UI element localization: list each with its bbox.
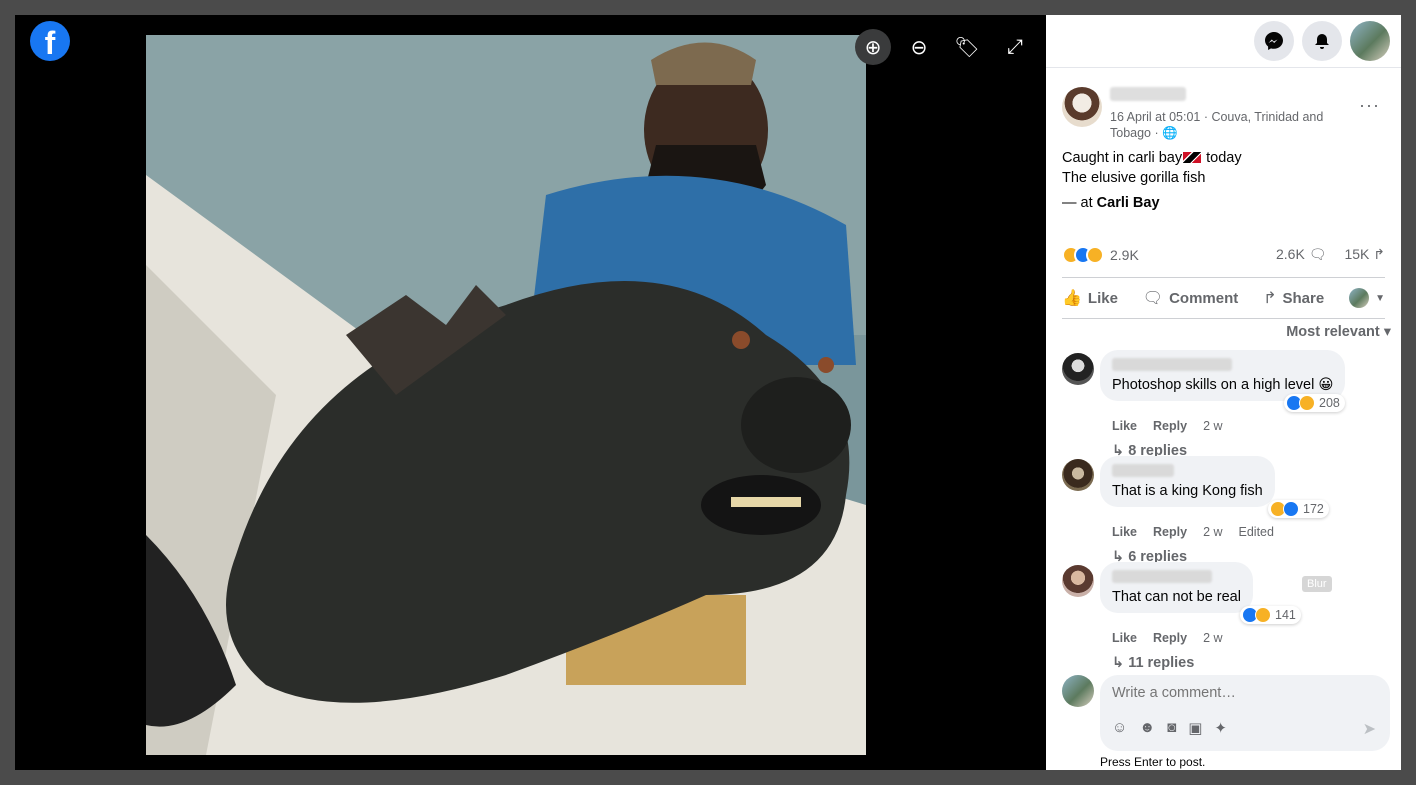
- comment-reactions[interactable]: 172: [1268, 500, 1329, 518]
- send-icon[interactable]: ➤: [1363, 719, 1376, 739]
- blur-label: Blur: [1302, 576, 1332, 592]
- comment-actions: Like Reply 2 w: [1112, 631, 1223, 645]
- avatar-sticker-icon[interactable]: ☺: [1112, 719, 1127, 737]
- trinidad-flag-icon: [1183, 152, 1202, 163]
- reaction-summary[interactable]: 2.9K: [1062, 246, 1139, 264]
- zoom-out-icon[interactable]: ⊖: [899, 31, 939, 63]
- comment-reaction-count: 172: [1303, 502, 1324, 516]
- comment-timestamp[interactable]: 2 w: [1203, 419, 1222, 433]
- react-as-selector[interactable]: ▼: [1349, 288, 1385, 308]
- more-options-icon[interactable]: ···: [1359, 95, 1380, 116]
- share-label: Share: [1282, 289, 1325, 307]
- commenter-avatar[interactable]: [1062, 353, 1094, 385]
- checkin-place-link[interactable]: Carli Bay: [1097, 195, 1160, 211]
- divider: [1062, 318, 1385, 319]
- zoom-in-icon[interactable]: ⊕: [855, 29, 891, 65]
- comment-box[interactable]: ☺ ☻ ◙ ▣ ✦ ➤: [1100, 675, 1390, 751]
- comment-reply-button[interactable]: Reply: [1153, 525, 1187, 539]
- like-reaction-icon: [1283, 501, 1299, 517]
- haha-reaction-icon: [1255, 607, 1271, 623]
- share-button[interactable]: ↱ Share: [1263, 288, 1324, 308]
- share-count[interactable]: 15K ↱: [1344, 246, 1385, 263]
- composer-avatar[interactable]: [1062, 675, 1094, 707]
- comment-edited-label: Edited: [1238, 525, 1274, 539]
- viewer-toolbar: ⊕ ⊖ 🏷 ⤢: [855, 29, 1035, 65]
- facebook-logo[interactable]: f: [30, 21, 70, 61]
- divider: [1062, 277, 1385, 278]
- commenter-name-blurred[interactable]: [1112, 358, 1232, 371]
- commenter-name-blurred[interactable]: [1112, 464, 1174, 477]
- emoji-icon[interactable]: ☻: [1139, 719, 1155, 737]
- gif-icon[interactable]: ▣: [1188, 719, 1202, 737]
- checkin-prefix: — at: [1062, 195, 1097, 211]
- comment-count[interactable]: 2.6K 🗨: [1276, 246, 1326, 263]
- checkin: — at Carli Bay: [1062, 195, 1160, 211]
- reaction-count: 2.9K: [1110, 247, 1139, 263]
- caption-line-2: The elusive gorilla fish: [1062, 170, 1206, 186]
- comment-bubble: That can not be real: [1100, 562, 1253, 613]
- comment-actions: Like Reply 2 w Edited: [1112, 525, 1274, 539]
- replies-label: 11 replies: [1128, 655, 1195, 671]
- post-panel: 16 April at 05:01 · Couva, Trinidad and …: [1046, 15, 1401, 770]
- comment-input[interactable]: [1112, 685, 1352, 701]
- like-button[interactable]: 👍 Like: [1062, 288, 1118, 308]
- post-photo[interactable]: [146, 35, 866, 755]
- post-caption: Caught in carli bay today The elusive go…: [1062, 148, 1382, 188]
- comment-like-button[interactable]: Like: [1112, 525, 1137, 539]
- messenger-icon[interactable]: [1254, 21, 1294, 61]
- thumbs-up-icon: 👍: [1062, 290, 1082, 307]
- comment-actions: Like Reply 2 w: [1112, 419, 1223, 433]
- comment-label: Comment: [1169, 289, 1239, 307]
- comment-timestamp[interactable]: 2 w: [1203, 525, 1222, 539]
- fullscreen-icon[interactable]: ⤢: [995, 31, 1035, 63]
- account-avatar[interactable]: [1350, 21, 1390, 61]
- comment-bubble: That is a king Kong fish: [1100, 456, 1275, 507]
- haha-reaction-icon: [1299, 395, 1315, 411]
- engagement-counts: 2.6K 🗨 15K ↱: [1276, 246, 1385, 263]
- notifications-icon[interactable]: [1302, 21, 1342, 61]
- commenter-avatar[interactable]: [1062, 459, 1094, 491]
- comment-reactions[interactable]: 208: [1284, 394, 1345, 412]
- view-replies-button[interactable]: ↳ 11 replies: [1112, 655, 1194, 671]
- comment-reaction-count: 208: [1319, 396, 1340, 410]
- comment-timestamp[interactable]: 2 w: [1203, 631, 1222, 645]
- react-as-avatar: [1349, 288, 1370, 308]
- like-label: Like: [1087, 289, 1118, 307]
- caption-line-1-end: today: [1202, 150, 1242, 166]
- commenter-name-blurred[interactable]: [1112, 570, 1212, 583]
- comment-reaction-count: 141: [1275, 608, 1296, 622]
- comment-reply-button[interactable]: Reply: [1153, 631, 1187, 645]
- top-bar: [1046, 15, 1401, 68]
- share-icon: ↱: [1263, 290, 1277, 307]
- comment-text: Photoshop skills on a high level 😀: [1112, 377, 1334, 393]
- post-stats: 2.9K 2.6K 🗨 15K ↱: [1062, 246, 1385, 266]
- comment-like-button[interactable]: Like: [1112, 631, 1137, 645]
- post-meta[interactable]: 16 April at 05:01 · Couva, Trinidad and …: [1110, 109, 1355, 141]
- comment-like-button[interactable]: Like: [1112, 419, 1137, 433]
- sticker-icon[interactable]: ✦: [1214, 719, 1227, 737]
- chevron-down-icon: ▼: [1375, 292, 1385, 304]
- photo-viewer: f ⊕ ⊖ 🏷 ⤢: [15, 15, 1046, 770]
- comment-reactions[interactable]: 141: [1240, 606, 1301, 624]
- comment-button[interactable]: 🗨 Comment: [1143, 288, 1238, 308]
- composer-tools: ☺ ☻ ◙ ▣ ✦: [1112, 719, 1227, 737]
- wow-reaction-icon: [1086, 246, 1104, 264]
- author-avatar[interactable]: [1062, 87, 1102, 127]
- comment-text: That is a king Kong fish: [1112, 483, 1263, 499]
- comment-reply-button[interactable]: Reply: [1153, 419, 1187, 433]
- camera-icon[interactable]: ◙: [1167, 719, 1176, 737]
- composer-hint: Press Enter to post.: [1100, 755, 1206, 769]
- action-bar: 👍 Like 🗨 Comment ↱ Share ▼: [1062, 281, 1385, 315]
- tag-icon[interactable]: 🏷: [947, 31, 987, 63]
- comment-icon: 🗨: [1142, 290, 1164, 307]
- author-name-blurred[interactable]: [1110, 87, 1186, 101]
- comment-sort-dropdown[interactable]: Most relevant ▾: [1286, 324, 1391, 340]
- commenter-avatar[interactable]: [1062, 565, 1094, 597]
- comment-text: That can not be real: [1112, 589, 1241, 605]
- caption-line-1: Caught in carli bay: [1062, 150, 1183, 166]
- app-frame: f ⊕ ⊖ 🏷 ⤢ 16 April at 05:01 · Couva, Tri…: [15, 15, 1401, 770]
